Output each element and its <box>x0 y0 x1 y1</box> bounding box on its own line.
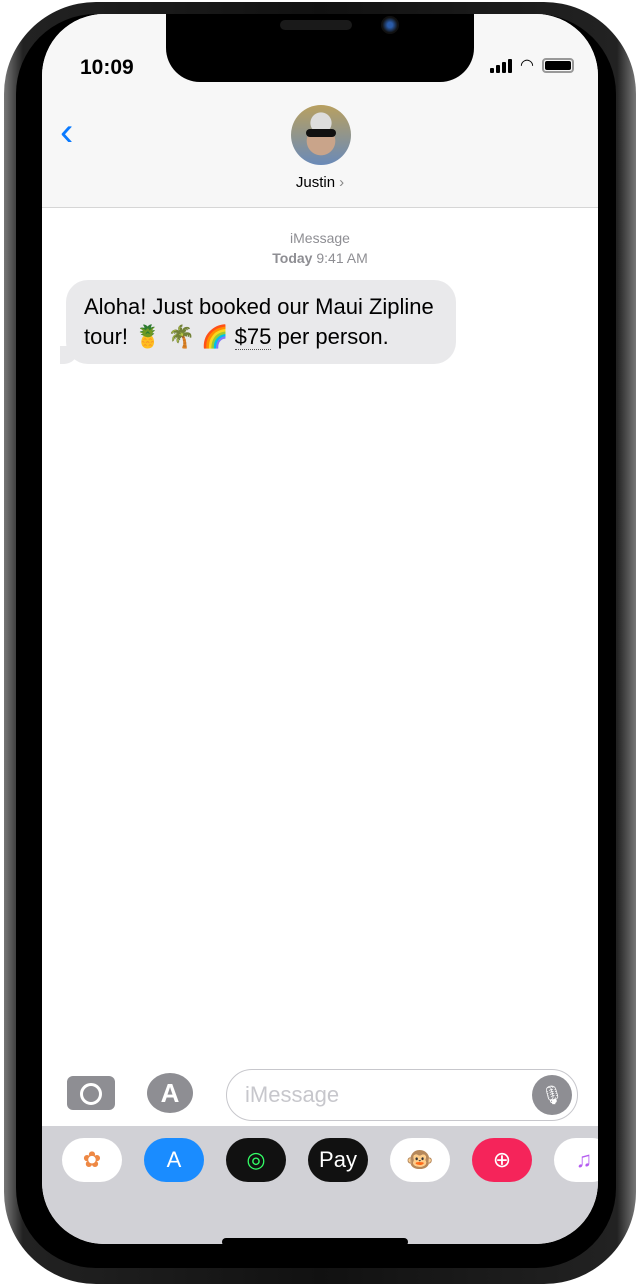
input-bar: A 🎙 <box>42 1064 598 1126</box>
back-chevron-icon[interactable]: ‹ <box>60 112 73 152</box>
notch <box>166 14 474 82</box>
avatar-glasses <box>306 129 336 137</box>
message-bubble[interactable]: Aloha! Just booked our Maui Zipline tour… <box>60 280 456 364</box>
message-meta: iMessage Today 9:41 AM <box>42 228 598 268</box>
camera-icon[interactable] <box>67 1076 115 1110</box>
message-field[interactable]: 🎙 <box>226 1069 578 1121</box>
app-drawer: ✿ A ◎ Pay 🐵 ⊕ ♫ <box>42 1126 598 1244</box>
apple-pay-app-icon[interactable]: Pay <box>308 1138 368 1182</box>
status-time: 10:09 <box>80 56 134 79</box>
chevron-right-icon: › <box>339 174 345 191</box>
home-indicator[interactable] <box>222 1238 408 1244</box>
amount-link[interactable]: $75 <box>234 324 272 350</box>
app-store-app-icon[interactable]: A <box>144 1138 204 1182</box>
message-text-end: per person. <box>271 324 389 349</box>
animoji-app-icon[interactable]: 🐵 <box>390 1138 450 1182</box>
contact-name[interactable]: Justin › <box>42 174 598 191</box>
service-label: iMessage <box>290 230 350 246</box>
wifi-icon: ◠ <box>520 57 534 74</box>
date-label: Today <box>272 250 313 266</box>
signal-icon <box>490 59 513 73</box>
screen: ‹ Justin › 10:09 ◠ iMessage Today 9:41 AM… <box>42 14 598 1244</box>
contact-name-label: Justin <box>295 174 336 191</box>
battery-icon <box>542 58 574 73</box>
time-label: 9:41 AM <box>316 250 368 266</box>
speaker <box>280 20 352 30</box>
activity-app-icon[interactable]: ◎ <box>226 1138 286 1182</box>
microphone-icon[interactable]: 🎙 <box>532 1075 572 1115</box>
message-input[interactable] <box>245 1082 515 1108</box>
app-store-icon[interactable]: A <box>147 1073 193 1113</box>
images-search-app-icon[interactable]: ⊕ <box>472 1138 532 1182</box>
photos-app-icon[interactable]: ✿ <box>62 1138 122 1182</box>
music-app-icon[interactable]: ♫ <box>554 1138 598 1182</box>
camera-lens <box>381 16 399 34</box>
status-icons: ◠ <box>490 57 574 74</box>
avatar[interactable] <box>291 105 351 165</box>
